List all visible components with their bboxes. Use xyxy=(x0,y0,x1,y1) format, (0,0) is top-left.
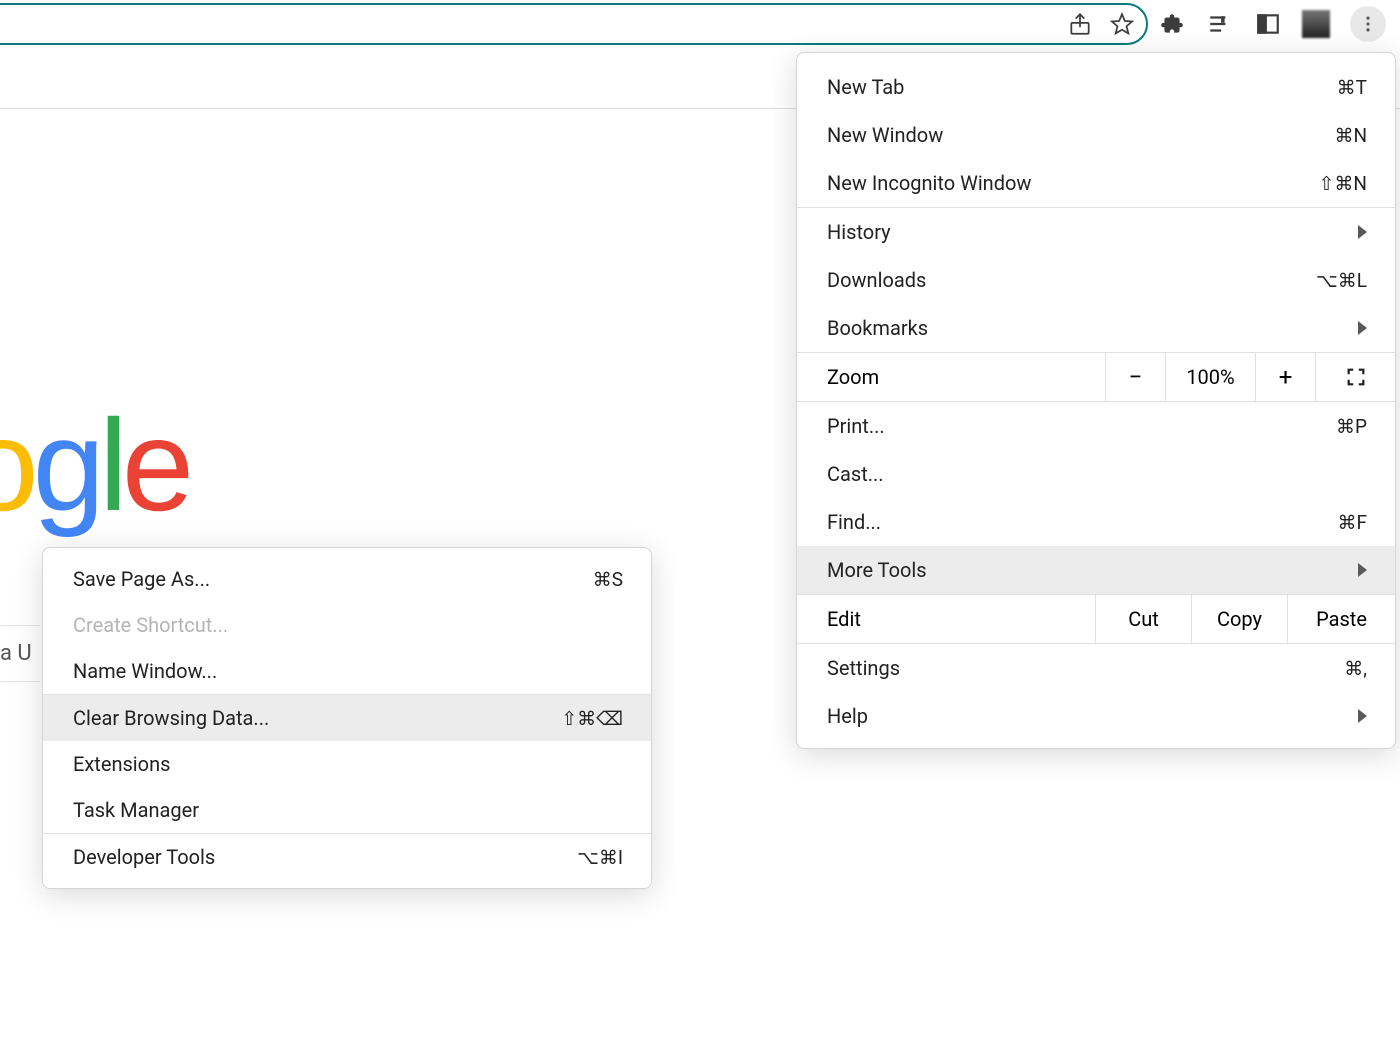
menu-item-label: Clear Browsing Data... xyxy=(73,706,269,730)
menu-more-tools[interactable]: More Tools xyxy=(797,546,1395,594)
edit-label: Edit xyxy=(797,595,1095,643)
menu-item-label: History xyxy=(827,220,891,244)
menu-new-tab[interactable]: New Tab ⌘T xyxy=(797,63,1395,111)
menu-item-label: Name Window... xyxy=(73,659,217,683)
shortcut: ⌘, xyxy=(1344,657,1367,680)
submenu-task-manager[interactable]: Task Manager xyxy=(43,787,651,833)
menu-item-label: Extensions xyxy=(73,752,170,776)
menu-cast[interactable]: Cast... xyxy=(797,450,1395,498)
menu-item-label: Downloads xyxy=(827,268,926,292)
zoom-value: 100% xyxy=(1165,353,1255,401)
menu-help[interactable]: Help xyxy=(797,692,1395,740)
zoom-out-button[interactable]: − xyxy=(1105,353,1165,401)
shortcut: ⌘N xyxy=(1334,124,1367,147)
share-icon[interactable] xyxy=(1066,10,1094,38)
shortcut: ⌘P xyxy=(1336,415,1367,438)
menu-item-label: Create Shortcut... xyxy=(73,613,228,637)
avatar[interactable] xyxy=(1302,10,1330,38)
chrome-main-menu: New Tab ⌘T New Window ⌘N New Incognito W… xyxy=(796,52,1396,749)
chevron-right-icon xyxy=(1358,225,1367,239)
submenu-clear-browsing-data[interactable]: Clear Browsing Data... ⇧⌘⌫ xyxy=(43,695,651,741)
menu-item-label: Save Page As... xyxy=(73,567,210,591)
menu-print[interactable]: Print... ⌘P xyxy=(797,402,1395,450)
menu-item-label: New Incognito Window xyxy=(827,171,1031,195)
menu-item-label: Print... xyxy=(827,414,885,438)
menu-item-label: More Tools xyxy=(827,558,927,582)
search-hint-text: a U xyxy=(0,625,40,682)
shortcut: ⇧⌘⌫ xyxy=(561,707,623,730)
extensions-icon[interactable] xyxy=(1158,10,1186,38)
shortcut: ⌘T xyxy=(1337,76,1367,99)
menu-settings[interactable]: Settings ⌘, xyxy=(797,644,1395,692)
menu-item-label: Settings xyxy=(827,656,900,680)
chevron-right-icon xyxy=(1358,321,1367,335)
submenu-extensions[interactable]: Extensions xyxy=(43,741,651,787)
chevron-right-icon xyxy=(1358,563,1367,577)
star-icon[interactable] xyxy=(1108,10,1136,38)
shortcut: ⌘S xyxy=(593,568,623,591)
cut-button[interactable]: Cut xyxy=(1095,595,1191,643)
submenu-create-shortcut: Create Shortcut... xyxy=(43,602,651,648)
google-logo: oogle xyxy=(0,390,188,540)
url-bar[interactable] xyxy=(0,3,1148,45)
paste-button[interactable]: Paste xyxy=(1287,595,1395,643)
menu-bookmarks[interactable]: Bookmarks xyxy=(797,304,1395,352)
menu-find[interactable]: Find... ⌘F xyxy=(797,498,1395,546)
menu-new-window[interactable]: New Window ⌘N xyxy=(797,111,1395,159)
shortcut: ⌥⌘I xyxy=(577,846,623,869)
shortcut: ⌥⌘L xyxy=(1316,269,1367,292)
toolbar-actions xyxy=(1158,6,1400,42)
menu-item-label: Task Manager xyxy=(73,798,199,822)
menu-item-label: Developer Tools xyxy=(73,845,215,869)
menu-item-label: Find... xyxy=(827,510,881,534)
menu-item-label: New Tab xyxy=(827,75,904,99)
menu-downloads[interactable]: Downloads ⌥⌘L xyxy=(797,256,1395,304)
submenu-developer-tools[interactable]: Developer Tools ⌥⌘I xyxy=(43,834,651,880)
menu-item-label: Bookmarks xyxy=(827,316,928,340)
fullscreen-button[interactable] xyxy=(1315,353,1395,401)
browser-toolbar xyxy=(0,0,1400,48)
submenu-save-page[interactable]: Save Page As... ⌘S xyxy=(43,556,651,602)
submenu-name-window[interactable]: Name Window... xyxy=(43,648,651,694)
copy-button[interactable]: Copy xyxy=(1191,595,1287,643)
menu-edit-row: Edit Cut Copy Paste xyxy=(797,595,1395,643)
menu-item-label: Cast... xyxy=(827,462,884,486)
chevron-right-icon xyxy=(1358,709,1367,723)
menu-item-label: New Window xyxy=(827,123,943,147)
shortcut: ⇧⌘N xyxy=(1319,172,1367,195)
menu-history[interactable]: History xyxy=(797,208,1395,256)
side-panel-icon[interactable] xyxy=(1254,10,1282,38)
shortcut: ⌘F xyxy=(1337,511,1367,534)
more-tools-submenu: Save Page As... ⌘S Create Shortcut... Na… xyxy=(42,547,652,889)
menu-new-incognito[interactable]: New Incognito Window ⇧⌘N xyxy=(797,159,1395,207)
zoom-in-button[interactable]: + xyxy=(1255,353,1315,401)
menu-zoom-row: Zoom − 100% + xyxy=(797,353,1395,401)
menu-item-label: Help xyxy=(827,704,868,728)
reading-list-icon[interactable] xyxy=(1206,10,1234,38)
zoom-label: Zoom xyxy=(797,353,1105,401)
kebab-menu-button[interactable] xyxy=(1350,6,1386,42)
